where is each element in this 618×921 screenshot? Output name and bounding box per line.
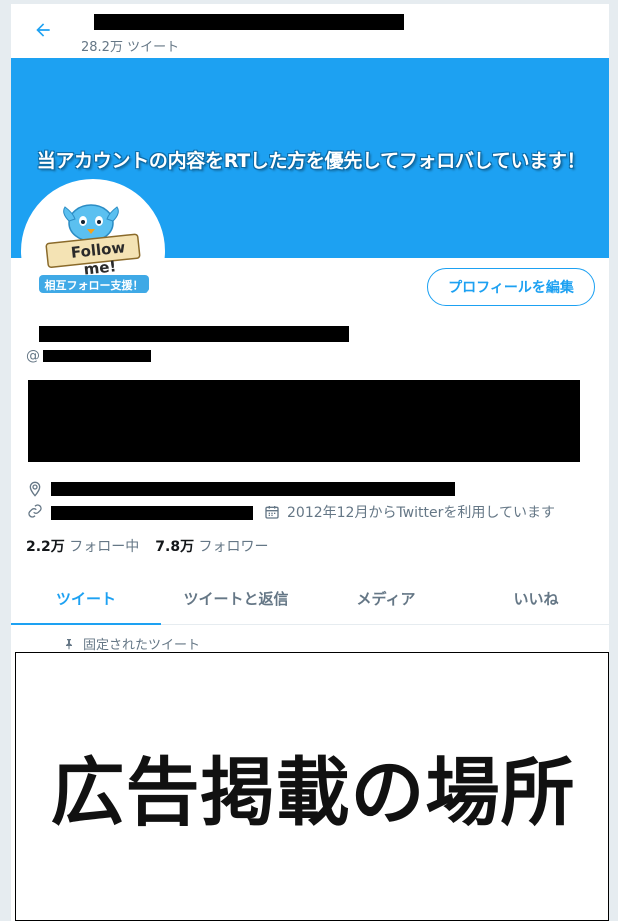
tweet-count: 28.2万 ツイート (81, 40, 180, 55)
tab-tweets-and-replies[interactable]: ツイートと返信 (161, 572, 311, 624)
followers-label: フォロワー (198, 539, 269, 555)
tab-media[interactable]: メディア (311, 572, 461, 624)
display-name-redacted (94, 14, 404, 30)
following-count: 2.2万 (26, 539, 65, 555)
avatar[interactable]: Follow me! 相互フォロー支援！ (21, 179, 165, 323)
url-row (26, 502, 44, 520)
joined-row: 2012年12月からTwitterを利用しています (263, 502, 555, 522)
link-icon (26, 502, 44, 520)
pin-icon (66, 638, 72, 649)
calendar-icon (263, 503, 281, 521)
location-pin-icon (26, 480, 44, 498)
back-button[interactable] (29, 16, 57, 44)
tab-tweets[interactable]: ツイート (11, 572, 161, 625)
followers-link[interactable]: 7.8万 フォロワー (155, 536, 268, 556)
edit-profile-button[interactable]: プロフィールを編集 (427, 268, 595, 306)
ad-placeholder[interactable]: 広告掲載の場所 (15, 652, 609, 921)
ad-text: 広告掲載の場所 (50, 750, 576, 836)
arrow-left-icon (36, 23, 50, 37)
url-redacted[interactable] (51, 506, 253, 520)
follow-stats: 2.2万 フォロー中 7.8万 フォロワー (26, 536, 269, 556)
profile-panel: 28.2万 ツイート 当アカウントの内容をRTした方を優先してフォロバしています… (10, 4, 610, 921)
location-redacted (51, 482, 455, 496)
handle-redacted (43, 350, 151, 362)
profile-tabs: ツイート ツイートと返信 メディア いいね (11, 572, 609, 625)
banner-text: 当アカウントの内容をRTした方を優先してフォロバしています！ (36, 150, 586, 172)
avatar-image: Follow me! 相互フォロー支援！ (25, 183, 161, 319)
bio-redacted (28, 380, 580, 462)
following-label: フォロー中 (69, 539, 140, 555)
followers-count: 7.8万 (155, 539, 195, 555)
pinned-text: 固定されたツイート (83, 638, 201, 653)
location-row (26, 480, 44, 498)
handle-prefix: @ (26, 348, 40, 364)
profile-name-redacted (39, 326, 349, 342)
avatar-support-text: 相互フォロー支援！ (44, 279, 144, 292)
pinned-tweet-label: 固定されたツイート (63, 634, 200, 653)
following-link[interactable]: 2.2万 フォロー中 (26, 536, 139, 556)
joined-date: 2012年12月からTwitterを利用しています (287, 505, 555, 521)
profile-header: 28.2万 ツイート (11, 4, 609, 58)
tab-likes[interactable]: いいね (461, 572, 609, 624)
